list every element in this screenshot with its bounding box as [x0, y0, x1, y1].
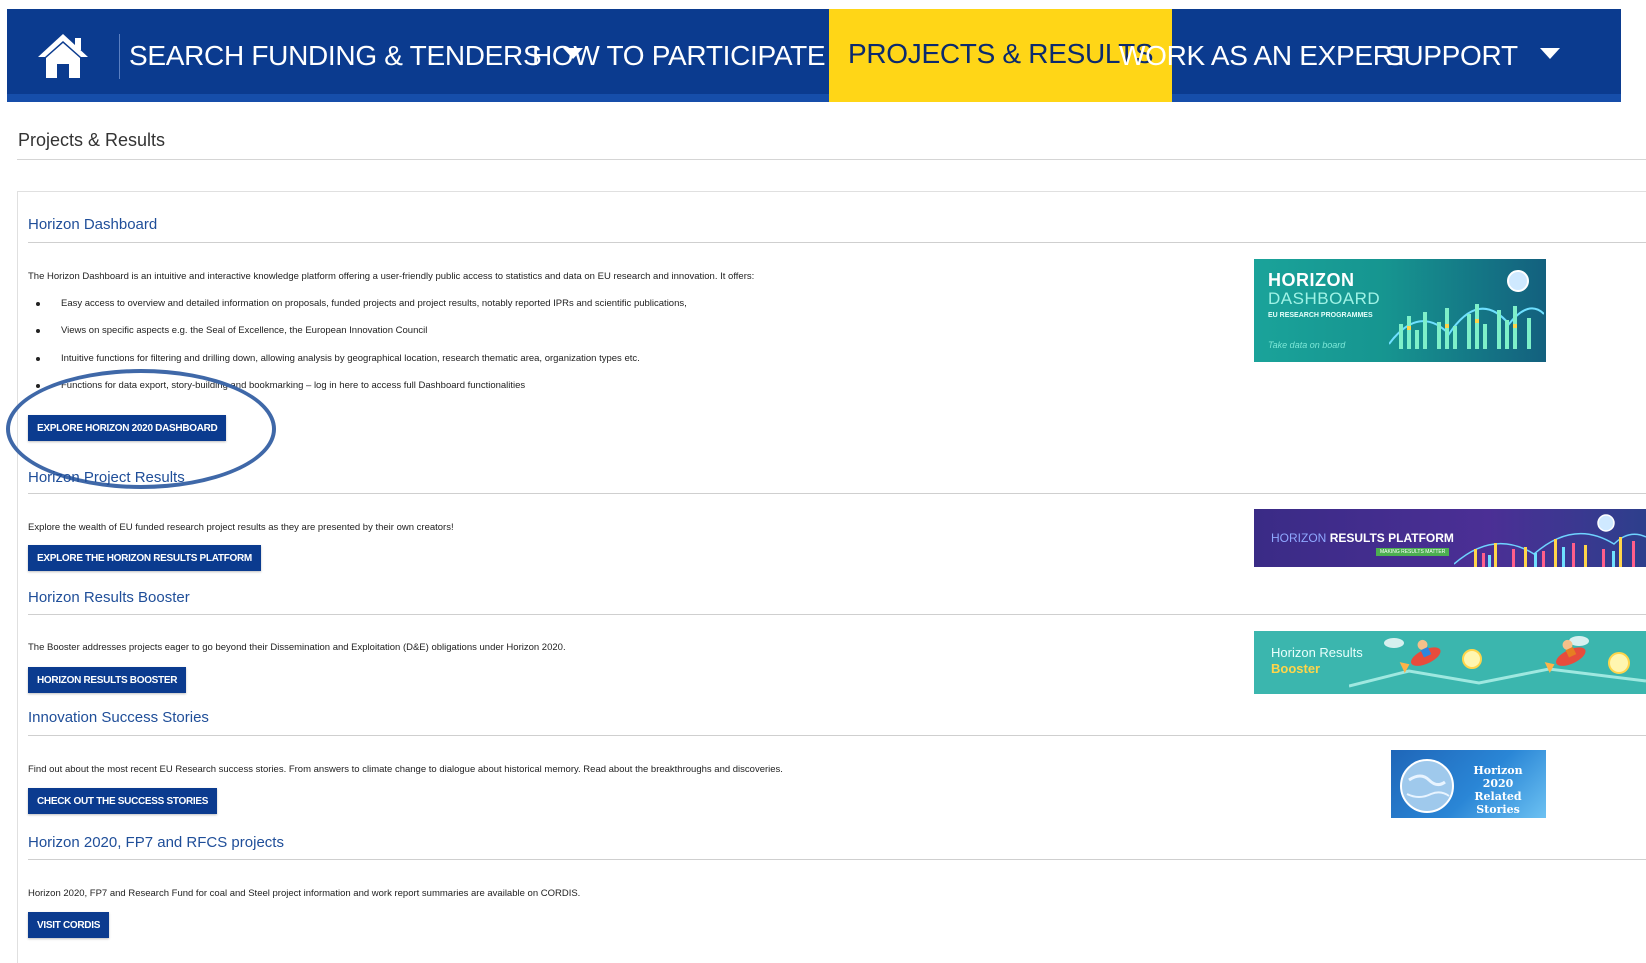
divider — [17, 159, 1646, 160]
section-title-results-booster: Horizon Results Booster — [28, 589, 190, 606]
explore-dashboard-button[interactable]: EXPLORE HORIZON 2020 DASHBOARD — [28, 415, 227, 441]
explore-results-platform-button[interactable]: EXPLORE THE HORIZON RESULTS PLATFORM — [28, 545, 261, 571]
nav-support[interactable]: SUPPORT — [1385, 9, 1560, 102]
nav-divider — [119, 34, 120, 79]
cordis-text: Horizon 2020, FP7 and Research Fund for … — [28, 888, 581, 899]
project-results-text: Explore the wealth of EU funded research… — [28, 522, 454, 533]
nav-label: HOW TO PARTICIPATE — [532, 39, 826, 71]
nav-label: SEARCH FUNDING & TENDERS — [129, 39, 542, 71]
horizon-results-booster-banner[interactable]: Horizon Results Booster — [1254, 631, 1646, 694]
divider — [28, 735, 1646, 736]
nav-how-to-participate[interactable]: HOW TO PARTICIPATE — [532, 9, 868, 102]
nav-work-as-expert[interactable]: WORK AS AN EXPERT — [1119, 9, 1409, 102]
page-title: Projects & Results — [18, 130, 166, 150]
horizon-dashboard-banner[interactable]: HORIZON DASHBOARD EU RESEARCH PROGRAMMES… — [1254, 259, 1546, 362]
dashboard-intro: The Horizon Dashboard is an intuitive an… — [28, 271, 755, 282]
section-title-success-stories: Innovation Success Stories — [28, 709, 209, 726]
top-navigation-bar: SEARCH FUNDING & TENDERS HOW TO PARTICIP… — [7, 9, 1621, 102]
section-title-project-results: Horizon Project Results — [28, 469, 185, 486]
divider — [28, 859, 1646, 860]
horizon-results-booster-button[interactable]: HORIZON RESULTS BOOSTER — [28, 667, 187, 693]
nav-label: SUPPORT — [1385, 39, 1518, 71]
data-visual-graphic — [1389, 270, 1544, 349]
nav-search-funding-tenders[interactable]: SEARCH FUNDING & TENDERS — [129, 9, 584, 102]
home-icon[interactable] — [35, 31, 91, 81]
divider — [28, 614, 1646, 615]
success-stories-text: Find out about the most recent EU Resear… — [28, 764, 783, 775]
section-title-dashboard: Horizon Dashboard — [28, 216, 158, 233]
nav-label: WORK AS AN EXPERT — [1119, 39, 1410, 71]
divider — [28, 242, 1646, 243]
divider — [28, 493, 1646, 494]
horizon-2020-related-stories-banner[interactable]: Horizon 2020 Related Stories — [1391, 750, 1546, 818]
chevron-down-icon — [1539, 48, 1560, 59]
globe-icon — [1400, 759, 1454, 813]
section-title-cordis-projects: Horizon 2020, FP7 and RFCS projects — [28, 834, 284, 851]
data-visual-graphic — [1454, 514, 1646, 567]
results-booster-text: The Booster addresses projects eager to … — [28, 642, 566, 653]
horizon-results-platform-banner[interactable]: HORIZON RESULTS PLATFORM MAKING RESULTS … — [1254, 509, 1646, 567]
rocket-illustration — [1349, 636, 1646, 688]
nav-label: PROJECTS & RESULTS — [848, 38, 1154, 69]
visit-cordis-button[interactable]: VISIT CORDIS — [28, 912, 110, 938]
check-success-stories-button[interactable]: CHECK OUT THE SUCCESS STORIES — [28, 788, 218, 814]
